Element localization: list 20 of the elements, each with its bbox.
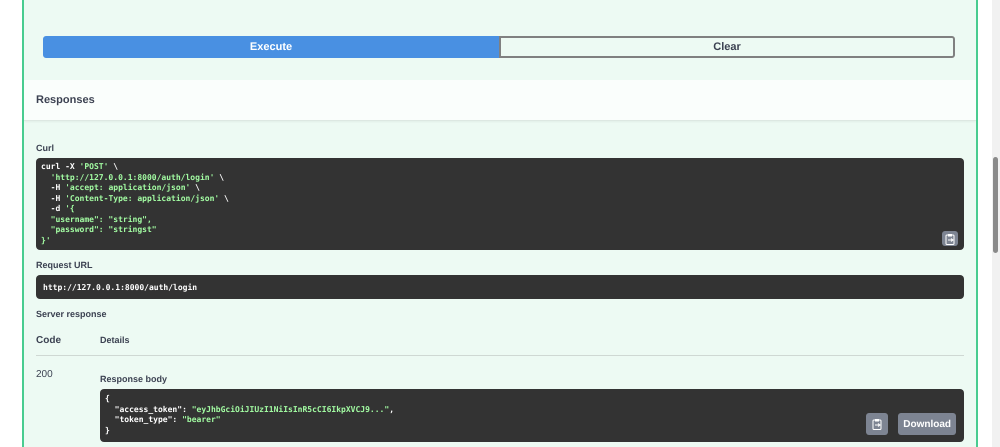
column-header: Details [100,335,130,345]
execute-button[interactable]: Execute [43,36,500,58]
field-label: Request URL [36,260,94,270]
url-field: http://127.0.0.1:8000/auth/login [36,275,964,299]
field-label: Server response [36,309,108,319]
status-code: 200 [36,368,54,382]
clear-button[interactable]: Clear [499,36,956,58]
scrollbar[interactable] [992,0,1000,447]
download-button[interactable]: Download [898,413,956,435]
code-text: { "access_token": "eyJhbGciOiJIUzI1NiIsInR5cCI6IkpXVCJ9...", "token_type": "bearer" } [105,394,394,436]
clipboard-icon [872,418,882,430]
column-header: Code [36,334,62,346]
copy-button[interactable] [866,413,888,435]
scrollbar-thumb[interactable] [993,157,998,253]
section-title: Responses [36,94,95,106]
field-label: Curl [36,143,55,153]
copy-button[interactable] [942,231,958,246]
field-label: Response body [100,374,168,384]
code-text: curl -X 'POST' \ 'http://127.0.0.1:8000/auth/login' \ -H 'accept: application/json' \ -H 'Content-Type: application/json' \ -d '{ "username": "string", "password": "stringst" }' [41,162,229,246]
clipboard-icon [945,232,956,244]
